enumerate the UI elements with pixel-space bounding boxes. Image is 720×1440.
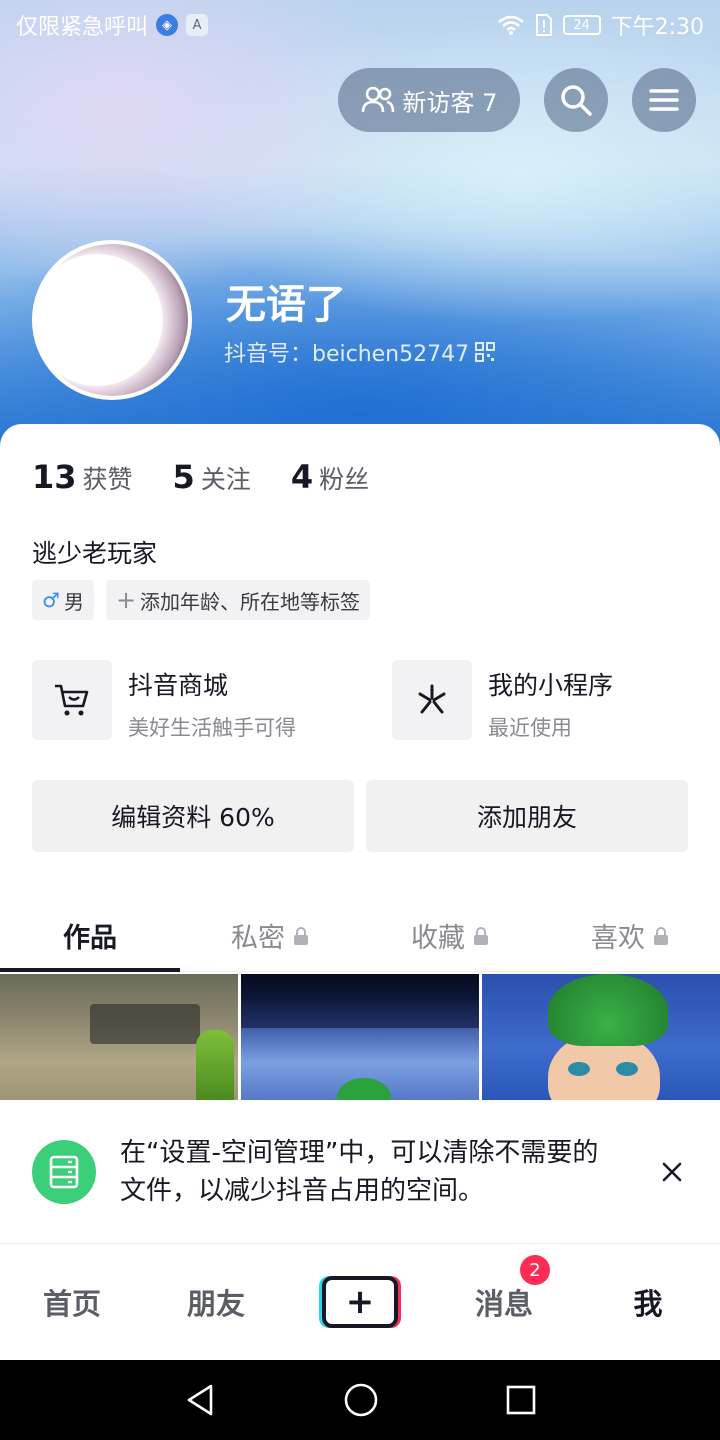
bottom-navigation: 首页 朋友 + 消息 2 我 — [0, 1244, 720, 1360]
storage-notice-text: 在“设置-空间管理”中，可以清除不需要的文件，以减少抖音占用的空间。 — [120, 1138, 599, 1206]
gender-label: 男 — [63, 589, 84, 614]
nav-home[interactable]: 首页 — [0, 1281, 144, 1323]
new-visitors-label: 新访客 7 — [402, 88, 498, 117]
character-eye-graphic — [616, 1062, 638, 1076]
grass-graphic — [196, 1030, 234, 1100]
plus-icon: + — [115, 586, 137, 614]
a-badge-icon: A — [186, 14, 209, 36]
tab-works-label: 作品 — [63, 923, 117, 954]
search-button[interactable] — [544, 68, 608, 132]
video-thumbnail[interactable] — [482, 974, 720, 1100]
stat-following[interactable]: 5 关注 — [173, 458, 251, 496]
menu-button[interactable] — [632, 68, 696, 132]
tab-likes[interactable]: 喜欢 — [540, 900, 720, 971]
sim-icon: ◈ — [156, 14, 179, 36]
add-friend-button[interactable]: 添加朋友 — [366, 780, 688, 852]
stat-followers-label: 粉丝 — [319, 465, 370, 494]
home-circle-icon[interactable] — [343, 1382, 379, 1418]
plus-icon: + — [345, 1282, 375, 1322]
cart-icon — [55, 684, 89, 716]
tab-favorites-label: 收藏 — [411, 923, 465, 954]
stat-following-count: 5 — [172, 458, 195, 496]
content-tabs: 作品 私密 收藏 喜欢 — [0, 900, 720, 972]
new-visitors-button[interactable]: 新访客 7 — [338, 68, 520, 132]
nav-me[interactable]: 我 — [576, 1281, 720, 1323]
close-notice-button[interactable] — [656, 1156, 688, 1188]
nav-friends[interactable]: 朋友 — [144, 1281, 288, 1323]
create-plus-button[interactable]: + — [322, 1276, 398, 1328]
nav-messages-label: 消息 — [474, 1287, 533, 1321]
mini-program-icon — [418, 684, 446, 714]
status-bar: 仅限紧急呼叫 ◈ A 24 下午2:30 — [0, 0, 720, 50]
avatar[interactable] — [32, 240, 192, 400]
stat-followers[interactable]: 4 粉丝 — [291, 458, 369, 496]
tab-likes-label: 喜欢 — [591, 923, 645, 954]
carrier-text: 仅限紧急呼叫 — [16, 15, 149, 40]
nav-create[interactable]: + — [288, 1276, 432, 1328]
shop-subtitle: 美好生活触手可得 — [128, 716, 296, 740]
qr-code-icon — [475, 342, 496, 362]
douyin-id-text: 抖音号：beichen52747 — [224, 342, 470, 367]
message-count-badge: 2 — [520, 1255, 550, 1285]
profile-bio[interactable]: 逃少老玩家 — [32, 534, 157, 570]
search-icon — [561, 85, 592, 116]
add-tag-button[interactable]: + 添加年龄、所在地等标签 — [105, 580, 371, 620]
game-dialog-graphic — [90, 1004, 200, 1044]
shop-title: 抖音商城 — [128, 671, 229, 700]
recents-square-icon[interactable] — [505, 1384, 537, 1416]
mini-program-subtitle: 最近使用 — [488, 716, 572, 740]
profile-stats: 13 获赞 5 关注 4 粉丝 — [32, 458, 369, 496]
mini-program-title: 我的小程序 — [488, 671, 614, 700]
video-thumbnail[interactable] — [241, 974, 479, 1100]
tab-private[interactable]: 私密 — [180, 900, 360, 971]
tab-private-label: 私密 — [231, 923, 285, 954]
stat-followers-count: 4 — [290, 458, 314, 496]
battery-icon: 24 — [562, 15, 601, 35]
storage-icon — [32, 1140, 96, 1204]
system-navigation-bar — [0, 1360, 720, 1440]
gender-tag[interactable]: ♂ 男 — [32, 580, 94, 620]
lock-icon — [294, 926, 308, 945]
sim-alert-icon — [535, 14, 552, 36]
game-hud-graphic — [241, 1002, 479, 1028]
stat-likes-label: 获赞 — [82, 465, 133, 494]
stat-likes[interactable]: 13 获赞 — [32, 458, 133, 496]
male-icon: ♂ — [42, 588, 60, 612]
edit-profile-button[interactable]: 编辑资料 60% — [32, 780, 354, 852]
profile-tags: ♂ 男 + 添加年龄、所在地等标签 — [32, 580, 371, 620]
username: 无语了 — [226, 282, 346, 328]
character-eye-graphic — [568, 1062, 590, 1076]
character-cap-graphic — [548, 974, 668, 1046]
nav-messages[interactable]: 消息 2 — [432, 1255, 576, 1323]
character-hat-graphic — [337, 1078, 391, 1100]
close-icon — [662, 1162, 682, 1182]
lock-icon — [474, 926, 488, 945]
mini-program-icon-box — [392, 660, 472, 740]
douyin-id[interactable]: 抖音号：beichen52747 — [224, 336, 496, 368]
clock: 下午2:30 — [610, 15, 704, 40]
menu-icon — [649, 89, 679, 111]
tab-favorites[interactable]: 收藏 — [360, 900, 540, 971]
video-grid — [0, 974, 720, 1100]
mini-program-entry[interactable]: 我的小程序 最近使用 — [392, 660, 613, 742]
people-icon — [361, 86, 394, 113]
shop-entry[interactable]: 抖音商城 美好生活触手可得 — [32, 660, 296, 742]
stat-following-label: 关注 — [200, 465, 251, 494]
add-tag-label: 添加年龄、所在地等标签 — [140, 589, 361, 614]
video-thumbnail[interactable] — [0, 974, 238, 1100]
lock-icon — [654, 926, 668, 945]
tab-works[interactable]: 作品 — [0, 900, 180, 972]
wifi-icon — [497, 15, 524, 35]
cart-icon-box — [32, 660, 112, 740]
back-icon[interactable] — [183, 1382, 217, 1418]
storage-notice[interactable]: 在“设置-空间管理”中，可以清除不需要的文件，以减少抖音占用的空间。 — [0, 1100, 720, 1244]
stat-likes-count: 13 — [32, 458, 77, 496]
